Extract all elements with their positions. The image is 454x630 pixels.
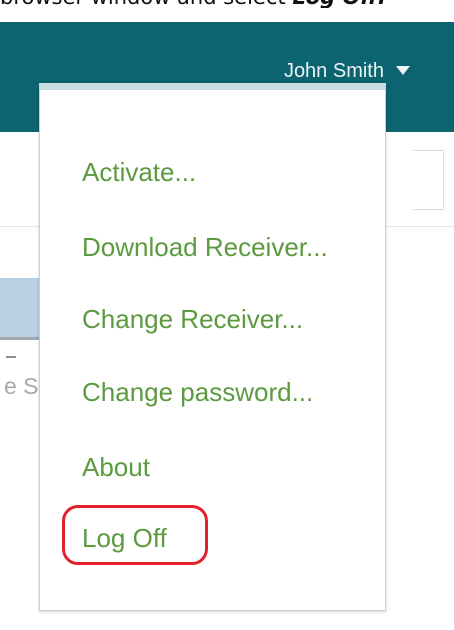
caption-emphasis: Log Off. [292,0,385,8]
user-menu-button[interactable]: John Smith [284,58,410,84]
menu-item-about[interactable]: About [82,451,150,483]
instruction-caption: browser window and select Log Off. [0,0,454,8]
menu-item-change-password[interactable]: Change password... [82,376,313,408]
user-dropdown-menu: Activate... Download Receiver... Change … [39,83,386,611]
chevron-down-icon [396,65,410,75]
menu-item-activate[interactable]: Activate... [82,156,196,188]
background-app-card[interactable] [0,278,40,340]
user-name: John Smith [283,59,384,82]
screenshot-page: browser window and select Log Off. John … [0,0,454,630]
caption-prefix: browser window and select [0,0,286,8]
menu-item-change-receiver[interactable]: Change Receiver... [82,303,303,335]
background-search-field[interactable] [413,150,444,210]
background-dash [6,356,16,358]
menu-item-log-off[interactable]: Log Off [82,522,167,554]
menu-item-download-receiver[interactable]: Download Receiver... [82,231,328,263]
background-partial-text: e S [4,373,39,399]
